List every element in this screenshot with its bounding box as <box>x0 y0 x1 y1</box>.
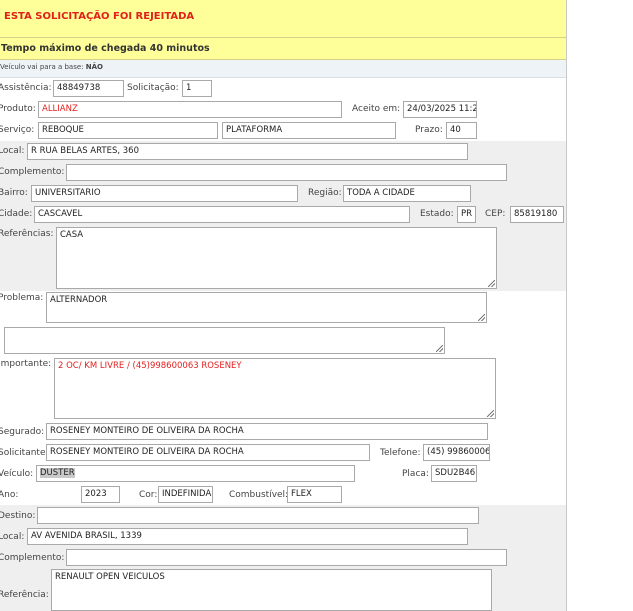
cep-label: CEP: <box>485 209 506 219</box>
destino-local-label: Local: <box>0 532 25 542</box>
cor-label: Cor: <box>139 490 158 500</box>
destino-complemento-field[interactable] <box>66 549 507 566</box>
cep-field[interactable]: 85819180 <box>510 206 564 223</box>
produto-label: Produto: <box>0 104 36 114</box>
solicitante-field[interactable]: ROSENEY MONTEIRO DE OLIVEIRA DA ROCHA <box>46 444 370 461</box>
prazo-label: Prazo: <box>415 125 443 135</box>
base-note-value: NÃO <box>85 63 103 71</box>
bairro-label: Bairro: <box>0 188 28 198</box>
importante-text: 2 OC/ KM LIVRE / (45)998600063 ROSENEY <box>58 361 242 371</box>
telefone-field[interactable]: (45) 998600063 <box>423 444 490 461</box>
segurado-label: Segurado: <box>0 427 45 437</box>
resize-grip-icon[interactable] <box>478 314 485 321</box>
veiculo-label: Veículo: <box>0 469 34 479</box>
resize-grip-icon[interactable] <box>436 345 443 352</box>
arrival-time-text: Tempo máximo de chegada 40 minutos <box>1 43 210 54</box>
resize-grip-icon[interactable] <box>487 410 494 417</box>
combustivel-label: Combustível: <box>229 490 289 500</box>
assistencia-field[interactable]: 48849738 <box>53 80 124 97</box>
base-note-label: Veículo vai para a base: <box>0 63 84 71</box>
importante-textarea[interactable]: 2 OC/ KM LIVRE / (45)998600063 ROSENEY <box>54 358 496 419</box>
page-border <box>566 0 567 611</box>
prazo-field[interactable]: 40 <box>446 122 477 139</box>
servico-type-field[interactable]: PLATAFORMA <box>222 122 396 139</box>
servico-label: Serviço: <box>0 125 35 135</box>
cor-field[interactable]: INDEFINIDA <box>158 486 213 503</box>
regiao-label: Região: <box>308 188 342 198</box>
problema-extra-textarea[interactable] <box>4 327 445 354</box>
solicitacao-label: Solicitação: <box>127 83 179 93</box>
destino-referencia-text: RENAULT OPEN VEICULOS <box>55 572 165 582</box>
complemento-field[interactable] <box>66 164 507 181</box>
destino-referencia-label: Referência: <box>0 590 49 600</box>
rejection-title: ESTA SOLICITAÇÃO FOI REJEITADA <box>4 11 195 22</box>
estado-field[interactable]: PR <box>457 206 476 223</box>
referencias-label: Referências: <box>0 229 54 239</box>
ano-label: Ano: <box>0 490 19 500</box>
problema-label: Problema: <box>0 293 44 303</box>
problema-textarea[interactable]: ALTERNADOR <box>46 292 487 323</box>
complemento-label: Complemento: <box>0 167 65 177</box>
produto-field[interactable]: ALLIANZ <box>38 101 342 118</box>
bairro-field[interactable]: UNIVERSITARIO <box>31 185 298 202</box>
placa-label: Placa: <box>402 469 429 479</box>
local-field[interactable]: R RUA BELAS ARTES, 360 <box>27 143 468 160</box>
referencias-text: CASA <box>60 230 84 240</box>
destino-referencia-textarea[interactable]: RENAULT OPEN VEICULOS <box>51 569 492 611</box>
destino-field[interactable] <box>37 507 479 524</box>
assistencia-label: Assistência: <box>0 83 52 93</box>
ano-field[interactable]: 2023 <box>81 486 120 503</box>
cidade-field[interactable]: CASCAVEL <box>34 206 410 223</box>
destino-complemento-label: Complemento: <box>0 553 65 563</box>
servico-field[interactable]: REBOQUE <box>38 122 218 139</box>
veiculo-field[interactable]: DUSTER <box>36 465 355 482</box>
destino-local-field[interactable]: AV AVENIDA BRASIL, 1339 <box>27 528 468 545</box>
aceito-label: Aceito em: <box>352 104 401 114</box>
importante-label: Importante: <box>0 359 52 369</box>
estado-label: Estado: <box>420 209 454 219</box>
problema-text: ALTERNADOR <box>50 295 108 305</box>
segurado-field[interactable]: ROSENEY MONTEIRO DE OLIVEIRA DA ROCHA <box>46 423 488 440</box>
local-label: Local: <box>0 146 25 156</box>
base-note: Veículo vai para a base: NÃO <box>0 63 103 71</box>
solicitacao-field[interactable]: 1 <box>182 80 212 97</box>
cidade-label: Cidade: <box>0 209 33 219</box>
referencias-textarea[interactable]: CASA <box>56 227 497 289</box>
regiao-field[interactable]: TODA A CIDADE <box>343 185 471 202</box>
placa-field[interactable]: SDU2B46 <box>431 465 477 482</box>
combustivel-field[interactable]: FLEX <box>287 486 342 503</box>
aceito-field[interactable]: 24/03/2025 11:25 <box>403 101 477 118</box>
resize-grip-icon[interactable] <box>488 280 495 287</box>
solicitante-label: Solicitante: <box>0 448 49 458</box>
veiculo-text: DUSTER <box>40 468 75 478</box>
destino-label: Destino: <box>0 511 36 521</box>
telefone-label: Telefone: <box>380 448 421 458</box>
